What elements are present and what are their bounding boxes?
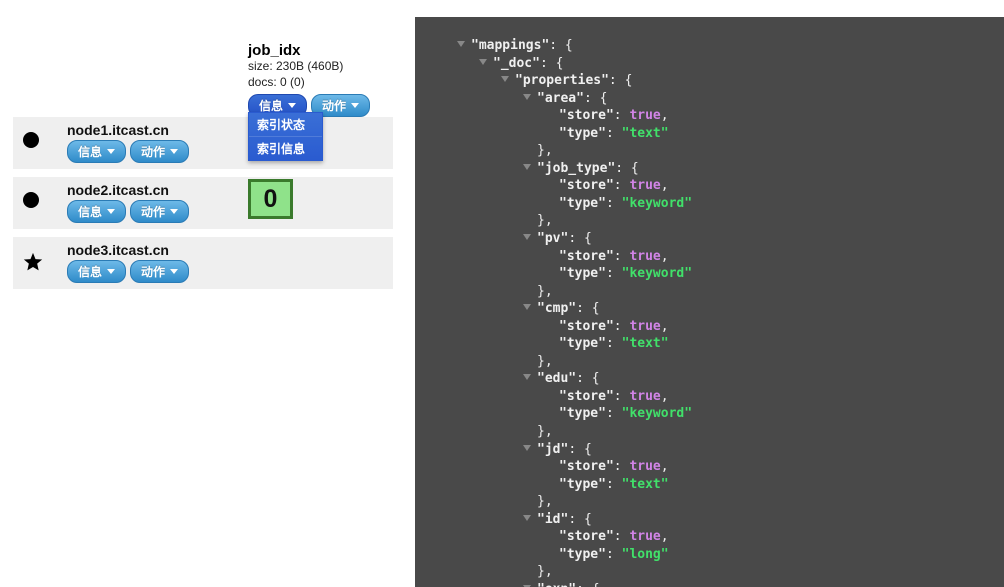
node-action-button[interactable]: 动作 [130, 140, 189, 163]
json-line: "mappings": { [471, 37, 994, 55]
node-row: node2.itcast.cn 信息 动作 [13, 177, 393, 229]
json-line: "store": true, [559, 177, 994, 195]
json-line: "store": true, [559, 318, 994, 336]
json-line: }, [537, 142, 994, 160]
toggle-icon[interactable] [457, 41, 465, 47]
json-line: "store": true, [559, 458, 994, 476]
toggle-icon[interactable] [523, 445, 531, 451]
json-line: "pv": { [537, 230, 994, 248]
index-action-label: 动作 [322, 97, 346, 114]
node-info-button[interactable]: 信息 [67, 260, 126, 283]
node-info-button[interactable]: 信息 [67, 200, 126, 223]
toggle-icon[interactable] [523, 94, 531, 100]
index-docs: docs: 0 (0) [248, 75, 403, 91]
json-line: "store": true, [559, 388, 994, 406]
toggle-icon[interactable] [523, 304, 531, 310]
node-action-label: 动作 [141, 263, 165, 280]
node-info: node1.itcast.cn 信息 动作 [67, 122, 383, 163]
node-action-button[interactable]: 动作 [130, 260, 189, 283]
index-title: job_idx [248, 42, 403, 59]
left-panel: job_idx size: 230B (460B) docs: 0 (0) 信息… [0, 0, 415, 587]
node-action-button[interactable]: 动作 [130, 200, 189, 223]
caret-down-icon [107, 149, 115, 154]
json-line: "type": "text" [559, 335, 994, 353]
json-line: "area": { [537, 90, 994, 108]
caret-down-icon [170, 269, 178, 274]
json-line: "store": true, [559, 528, 994, 546]
node-info-label: 信息 [78, 203, 102, 220]
node-button-row: 信息 动作 [67, 260, 383, 283]
caret-down-icon [288, 103, 296, 108]
json-line: "type": "keyword" [559, 265, 994, 283]
node-name: node2.itcast.cn [67, 182, 383, 198]
json-line: "id": { [537, 511, 994, 529]
circle-icon [23, 192, 43, 212]
node-row: node1.itcast.cn 信息 动作 [13, 117, 393, 169]
node-name: node3.itcast.cn [67, 242, 383, 258]
dropdown-item-info[interactable]: 索引信息 [249, 136, 322, 160]
json-line: "type": "keyword" [559, 405, 994, 423]
dropdown-item-status[interactable]: 索引状态 [249, 113, 322, 136]
json-line: "exp": { [537, 581, 994, 587]
json-line: "properties": { [515, 72, 994, 90]
json-line: "store": true, [559, 107, 994, 125]
node-row: node3.itcast.cn 信息 动作 [13, 237, 393, 289]
toggle-icon[interactable] [523, 164, 531, 170]
caret-down-icon [351, 103, 359, 108]
node-name: node1.itcast.cn [67, 122, 383, 138]
json-line: }, [537, 493, 994, 511]
json-line: }, [537, 423, 994, 441]
toggle-icon[interactable] [501, 76, 509, 82]
node-action-label: 动作 [141, 143, 165, 160]
toggle-icon[interactable] [479, 59, 487, 65]
node-info-button[interactable]: 信息 [67, 140, 126, 163]
json-line: "type": "text" [559, 476, 994, 494]
toggle-icon[interactable] [523, 234, 531, 240]
node-info-label: 信息 [78, 263, 102, 280]
index-size: size: 230B (460B) [248, 59, 403, 75]
node-action-label: 动作 [141, 203, 165, 220]
json-line: "type": "text" [559, 125, 994, 143]
json-line: "job_type": { [537, 160, 994, 178]
caret-down-icon [170, 209, 178, 214]
node-info-label: 信息 [78, 143, 102, 160]
node-button-row: 信息 动作 [67, 200, 383, 223]
json-tree-root: "mappings": {"_doc": {"properties": {"ar… [471, 37, 994, 587]
json-line: "cmp": { [537, 300, 994, 318]
json-line: }, [537, 563, 994, 581]
index-header: job_idx size: 230B (460B) docs: 0 (0) 信息… [248, 42, 403, 117]
json-line: "store": true, [559, 248, 994, 266]
json-line: "type": "keyword" [559, 195, 994, 213]
node-info: node3.itcast.cn 信息 动作 [67, 242, 383, 283]
caret-down-icon [170, 149, 178, 154]
json-line: "_doc": { [493, 55, 994, 73]
json-line: }, [537, 212, 994, 230]
json-panel: "mappings": {"_doc": {"properties": {"ar… [415, 17, 1004, 587]
shard-box-0[interactable]: 0 [248, 179, 293, 219]
node-button-row: 信息 动作 [67, 140, 383, 163]
json-line: "jd": { [537, 441, 994, 459]
index-info-dropdown: 索引状态 索引信息 [248, 112, 323, 161]
json-line: }, [537, 283, 994, 301]
json-line: "type": "long" [559, 546, 994, 564]
node-info: node2.itcast.cn 信息 动作 [67, 182, 383, 223]
toggle-icon[interactable] [523, 374, 531, 380]
caret-down-icon [107, 269, 115, 274]
nodes-list: node1.itcast.cn 信息 动作 node2.itcast.cn 信息 [13, 117, 393, 297]
json-line: }, [537, 353, 994, 371]
circle-icon [23, 132, 43, 152]
json-line: "edu": { [537, 370, 994, 388]
caret-down-icon [107, 209, 115, 214]
star-icon [23, 252, 43, 272]
toggle-icon[interactable] [523, 515, 531, 521]
